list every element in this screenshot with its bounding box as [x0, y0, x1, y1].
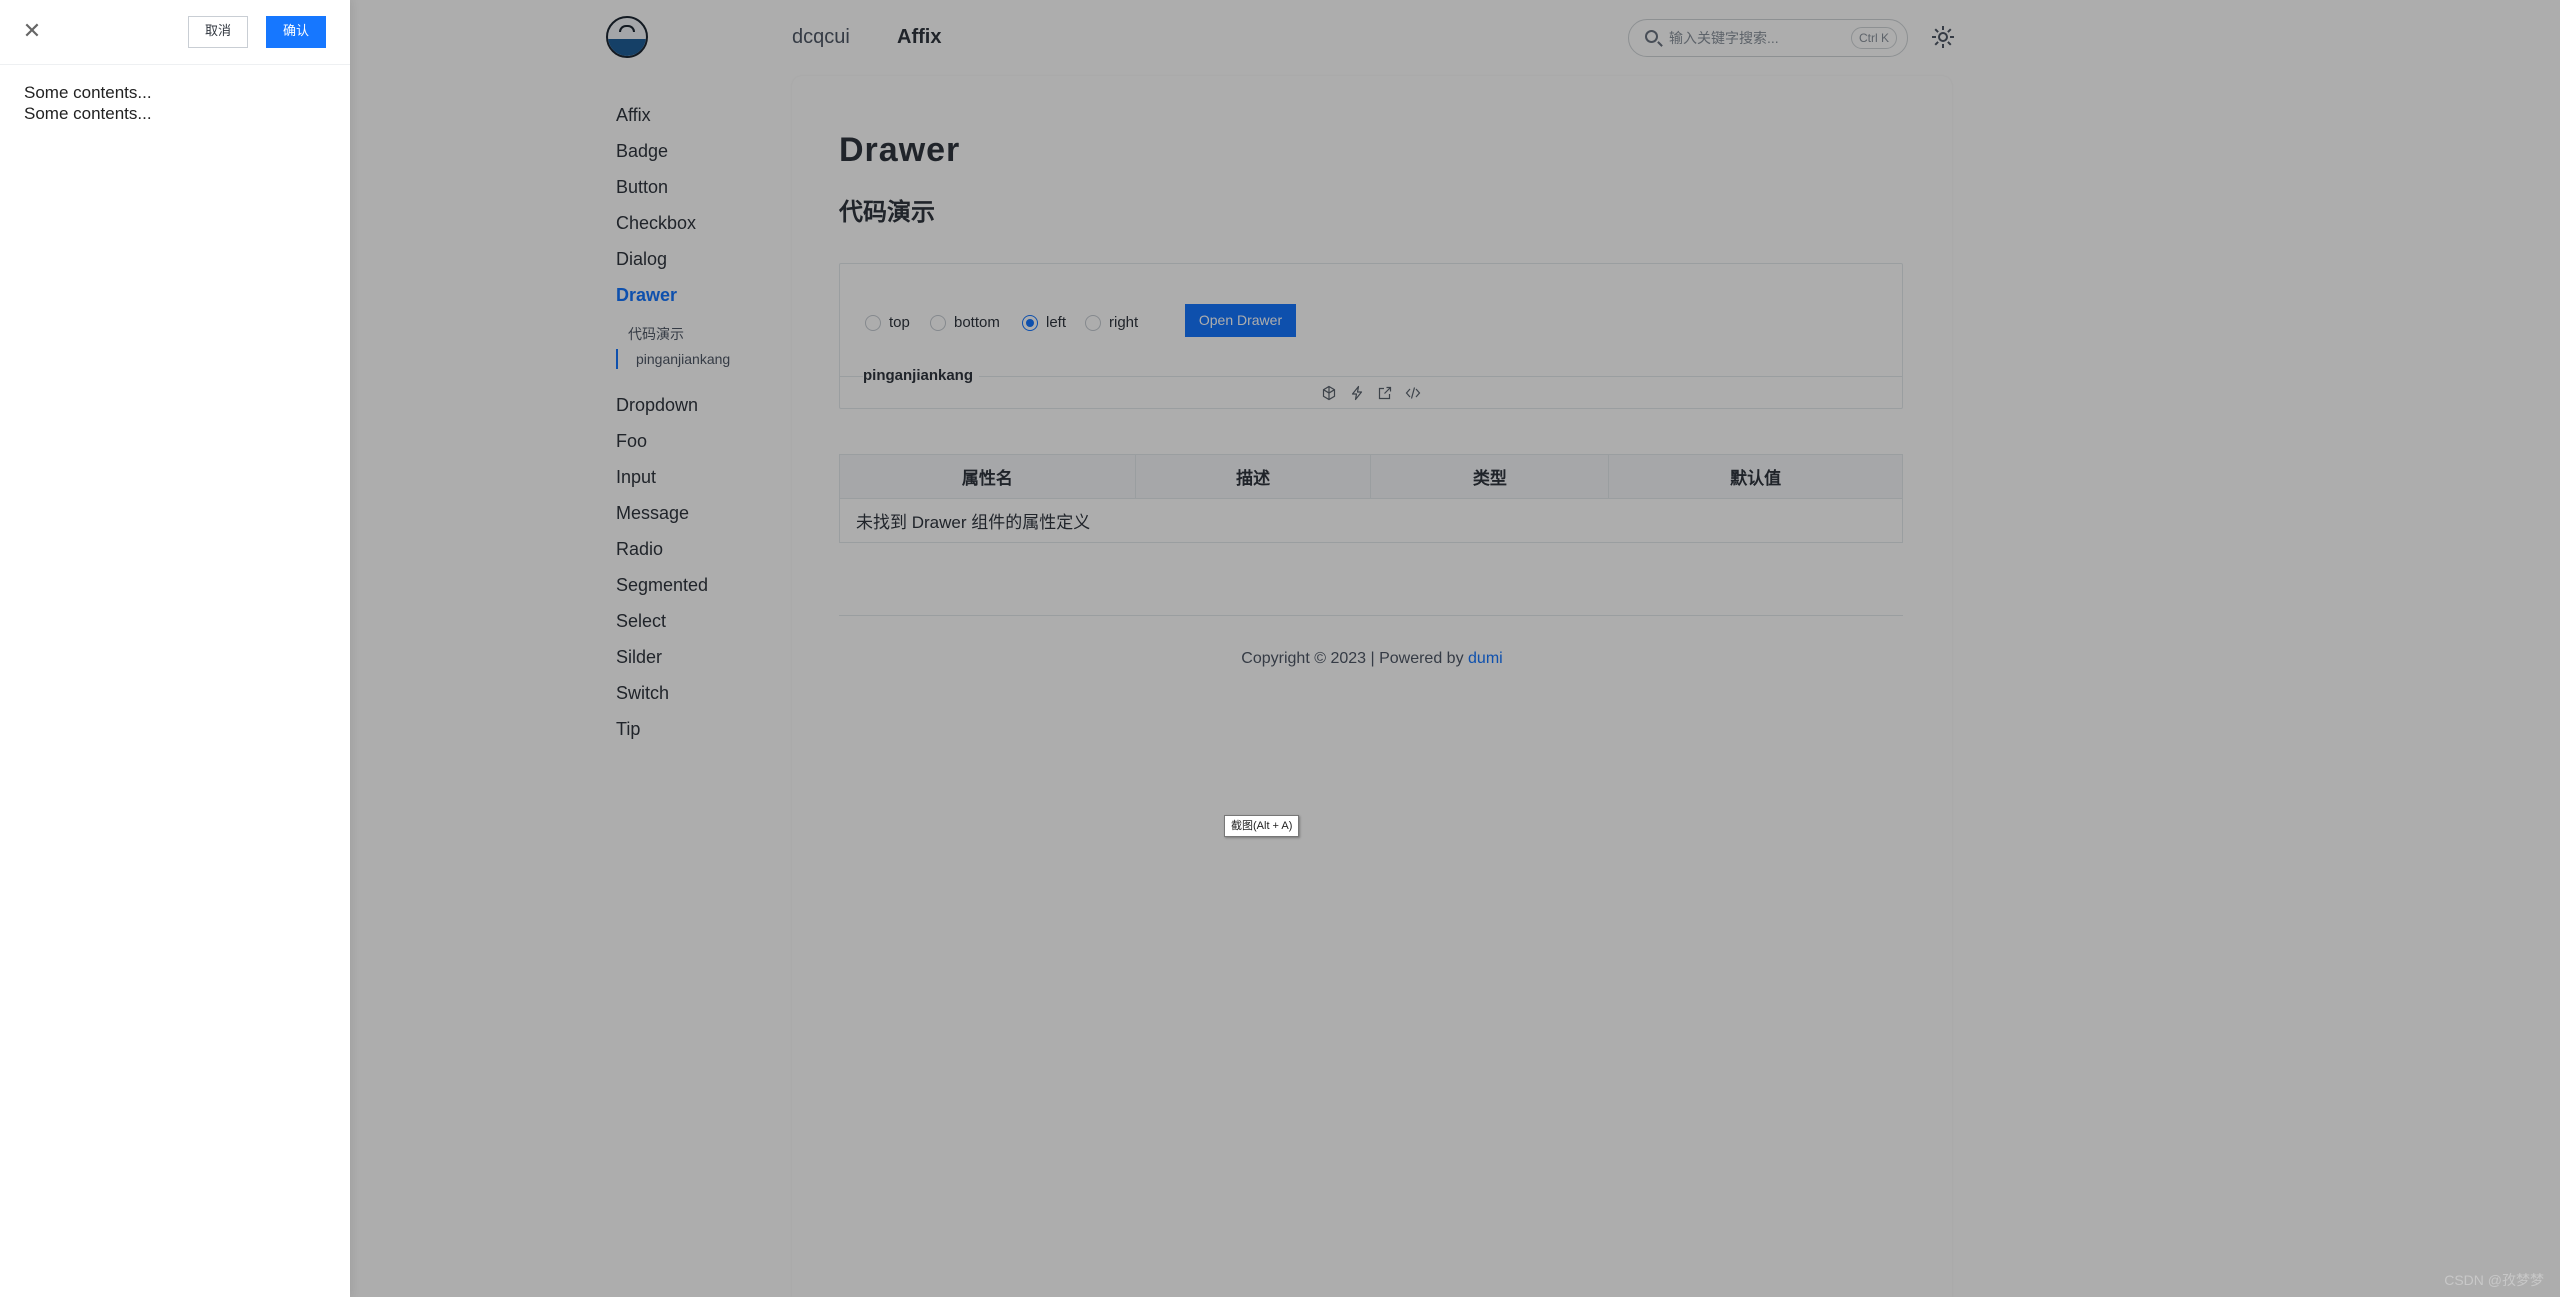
drawer-content-line: Some contents...	[24, 104, 152, 123]
drawer-header: ✕ 取消 确认	[0, 0, 350, 65]
cancel-button[interactable]: 取消	[188, 16, 248, 48]
drawer-mask[interactable]	[0, 0, 2560, 1297]
drawer-content-line: Some contents...	[24, 83, 152, 102]
screenshot-tooltip: 截图(Alt + A)	[1224, 815, 1300, 837]
watermark: CSDN @孜梦梦	[2444, 1272, 2544, 1288]
confirm-button[interactable]: 确认	[266, 16, 326, 48]
drawer-panel: ✕ 取消 确认 Some contents... Some contents..…	[0, 0, 350, 1297]
drawer-body: Some contents... Some contents...	[24, 82, 152, 124]
close-icon[interactable]: ✕	[22, 20, 42, 42]
